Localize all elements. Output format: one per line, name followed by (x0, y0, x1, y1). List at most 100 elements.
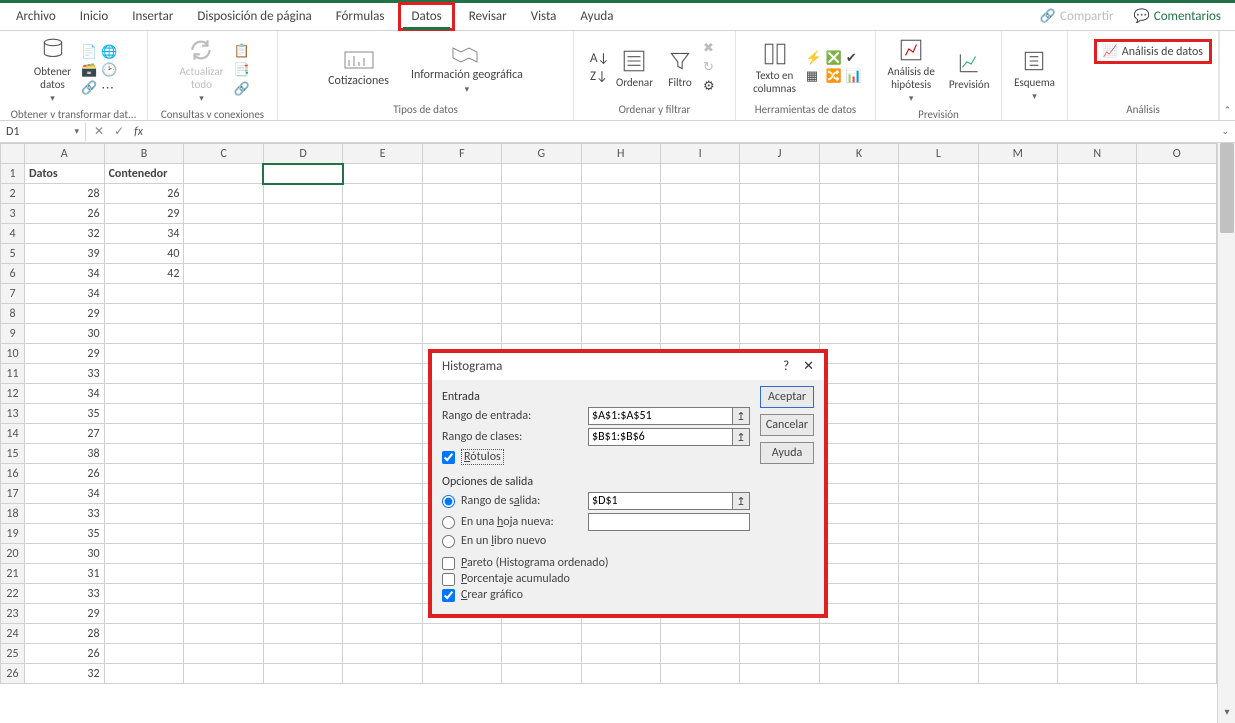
cell-O4[interactable] (1137, 224, 1217, 244)
cell-M7[interactable] (978, 284, 1057, 304)
row-header-12[interactable]: 12 (1, 384, 25, 404)
cell-A17[interactable]: 34 (24, 484, 104, 504)
recent-sources-icon[interactable]: 🕑 (101, 63, 117, 79)
cell-A20[interactable]: 30 (24, 544, 104, 564)
cumulative-checkbox[interactable] (442, 573, 455, 586)
cell-J9[interactable] (740, 324, 819, 344)
col-header-I[interactable]: I (660, 144, 739, 164)
cell-H6[interactable] (581, 264, 660, 284)
ok-button[interactable]: Aceptar (760, 386, 814, 408)
cell-G6[interactable] (502, 264, 581, 284)
cell-M19[interactable] (978, 524, 1057, 544)
cell-B15[interactable] (104, 444, 184, 464)
cell-B18[interactable] (104, 504, 184, 524)
cell-L23[interactable] (899, 604, 978, 624)
data-analysis-button[interactable]: 📈 Análisis de datos (1094, 39, 1212, 64)
cell-D13[interactable] (263, 404, 342, 424)
cell-O16[interactable] (1137, 464, 1217, 484)
cell-K24[interactable] (819, 624, 898, 644)
cell-H1[interactable] (581, 164, 660, 184)
cell-O3[interactable] (1137, 204, 1217, 224)
cell-O20[interactable] (1137, 544, 1217, 564)
row-header-20[interactable]: 20 (1, 544, 25, 564)
cell-C9[interactable] (184, 324, 263, 344)
dialog-help-icon[interactable]: ? (783, 359, 789, 374)
row-header-8[interactable]: 8 (1, 304, 25, 324)
cell-F24[interactable] (422, 624, 501, 644)
cell-O15[interactable] (1137, 444, 1217, 464)
cell-C5[interactable] (184, 244, 263, 264)
cell-A4[interactable]: 32 (24, 224, 104, 244)
cell-J7[interactable] (740, 284, 819, 304)
cell-D4[interactable] (263, 224, 342, 244)
cell-O19[interactable] (1137, 524, 1217, 544)
cell-E23[interactable] (343, 604, 422, 624)
cell-C22[interactable] (184, 584, 263, 604)
cell-K16[interactable] (819, 464, 898, 484)
cell-K12[interactable] (819, 384, 898, 404)
cell-K23[interactable] (819, 604, 898, 624)
cell-C13[interactable] (184, 404, 263, 424)
tab-formulas[interactable]: Fórmulas (326, 5, 395, 28)
existing-conn-icon[interactable]: 🔗 (81, 81, 97, 97)
cell-O13[interactable] (1137, 404, 1217, 424)
cell-N3[interactable] (1058, 204, 1137, 224)
cell-O8[interactable] (1137, 304, 1217, 324)
cell-E6[interactable] (343, 264, 422, 284)
cell-J4[interactable] (740, 224, 819, 244)
cell-B13[interactable] (104, 404, 184, 424)
filter-button[interactable]: Filtro (663, 46, 697, 91)
col-header-L[interactable]: L (899, 144, 978, 164)
cell-A16[interactable]: 26 (24, 464, 104, 484)
col-header-N[interactable]: N (1058, 144, 1137, 164)
cell-F1[interactable] (422, 164, 501, 184)
cell-E1[interactable] (343, 164, 422, 184)
cell-E5[interactable] (343, 244, 422, 264)
cell-L11[interactable] (899, 364, 978, 384)
cell-L21[interactable] (899, 564, 978, 584)
cell-L22[interactable] (899, 584, 978, 604)
cell-M10[interactable] (978, 344, 1057, 364)
cell-N13[interactable] (1058, 404, 1137, 424)
cell-M16[interactable] (978, 464, 1057, 484)
cell-C3[interactable] (184, 204, 263, 224)
cell-L10[interactable] (899, 344, 978, 364)
share-button[interactable]: 🔗 Compartir (1032, 5, 1122, 28)
help-button[interactable]: Ayuda (760, 442, 814, 464)
cell-L4[interactable] (899, 224, 978, 244)
cell-M4[interactable] (978, 224, 1057, 244)
cell-E10[interactable] (343, 344, 422, 364)
row-header-14[interactable]: 14 (1, 424, 25, 444)
cell-D8[interactable] (263, 304, 342, 324)
cell-B10[interactable] (104, 344, 184, 364)
cell-C1[interactable] (184, 164, 263, 184)
cell-H26[interactable] (581, 664, 660, 684)
cell-B21[interactable] (104, 564, 184, 584)
col-header-H[interactable]: H (581, 144, 660, 164)
cell-M24[interactable] (978, 624, 1057, 644)
cell-E13[interactable] (343, 404, 422, 424)
row-header-16[interactable]: 16 (1, 464, 25, 484)
range-picker-icon[interactable]: ↥ (732, 492, 750, 510)
cell-G3[interactable] (502, 204, 581, 224)
cell-C8[interactable] (184, 304, 263, 324)
cell-G5[interactable] (502, 244, 581, 264)
cell-D25[interactable] (263, 644, 342, 664)
cell-N14[interactable] (1058, 424, 1137, 444)
cell-I5[interactable] (660, 244, 739, 264)
cell-A9[interactable]: 30 (24, 324, 104, 344)
cell-F3[interactable] (422, 204, 501, 224)
cell-N24[interactable] (1058, 624, 1137, 644)
cell-M20[interactable] (978, 544, 1057, 564)
cell-D9[interactable] (263, 324, 342, 344)
cell-D11[interactable] (263, 364, 342, 384)
output-range-field[interactable] (588, 492, 733, 510)
cell-L15[interactable] (899, 444, 978, 464)
cell-D5[interactable] (263, 244, 342, 264)
close-icon[interactable]: ✕ (803, 359, 814, 374)
cell-E15[interactable] (343, 444, 422, 464)
row-header-17[interactable]: 17 (1, 484, 25, 504)
cell-A15[interactable]: 38 (24, 444, 104, 464)
cell-M23[interactable] (978, 604, 1057, 624)
cell-C25[interactable] (184, 644, 263, 664)
